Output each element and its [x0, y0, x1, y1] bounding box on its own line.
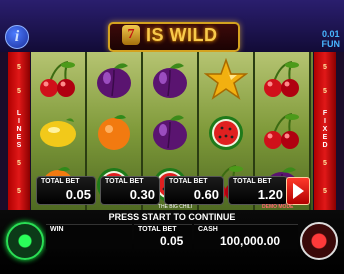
line-number: 5 [323, 160, 327, 167]
orange-icon [87, 106, 141, 158]
plum-icon [143, 106, 197, 158]
status-message: PRESS START TO CONTINUE [108, 212, 236, 222]
total-bet-value: 0.05 [160, 234, 184, 248]
info-icon: i [14, 28, 20, 45]
bet-option-label: TOTAL BET [41, 178, 80, 185]
bet-option-value: 0.60 [193, 187, 219, 202]
game-screen: i 7 IS WILD 0.01 FUN 5 5 LINES 5 5 5 5 F… [0, 0, 344, 274]
bet-option-value: 0.30 [129, 187, 155, 202]
settings-gear-icon[interactable] [6, 222, 44, 260]
denomination-button[interactable]: 0.01 FUN [322, 29, 341, 49]
cherry-icon [31, 54, 85, 106]
start-arrow-button[interactable] [286, 177, 310, 205]
bet-option-4[interactable]: TOTAL BET 1.20 [228, 176, 288, 205]
info-button[interactable]: i [5, 25, 29, 49]
game-title-banner: 7 IS WILD [108, 22, 240, 52]
line-number: 5 [323, 188, 327, 195]
cash-value: 100,000.00 [220, 234, 281, 248]
line-number: 5 [17, 160, 21, 167]
plum-icon [143, 54, 197, 106]
bet-option-1[interactable]: TOTAL BET 0.05 [36, 176, 96, 205]
bet-option-3[interactable]: TOTAL BET 0.60 [164, 176, 224, 205]
game-title: IS WILD [146, 25, 218, 45]
line-number: 5 [17, 64, 21, 71]
line-number: 5 [17, 188, 21, 195]
right-fixed-rail: 5 5 FIXED 5 5 [314, 52, 336, 210]
bet-option-2[interactable]: TOTAL BET 0.30 [100, 176, 160, 205]
win-label: WIN [50, 226, 64, 233]
bet-option-label: TOTAL BET [105, 178, 144, 185]
denomination-value: 0.01 [321, 29, 340, 39]
bottom-panel: PRESS START TO CONTINUE WIN TOTAL BET 0.… [0, 210, 344, 274]
line-number: 5 [323, 88, 327, 95]
bet-option-value: 0.05 [65, 187, 91, 202]
cash-label: CASH [198, 226, 218, 233]
lines-label: LINES [16, 110, 22, 149]
bet-option-label: TOTAL BET [233, 178, 272, 185]
bet-selector-strip: TOTAL BET 0.05 TOTAL BET 0.30 TOTAL BET … [36, 176, 312, 205]
bet-option-value: 1.20 [257, 187, 283, 202]
bet-option-label: TOTAL BET [169, 178, 208, 185]
autoplay-spin-icon[interactable] [300, 222, 338, 260]
header: i 7 IS WILD 0.01 FUN [0, 0, 344, 52]
denomination-currency: FUN [321, 39, 341, 49]
cherry-icon [255, 106, 309, 158]
seven-logo-icon: 7 [122, 25, 140, 45]
watermelon-icon [199, 106, 253, 158]
lemon-icon [31, 106, 85, 158]
line-number: 5 [17, 88, 21, 95]
total-bet-label: TOTAL BET [138, 226, 177, 233]
plum-icon [87, 54, 141, 106]
cherry-icon [255, 54, 309, 106]
left-lines-rail: 5 5 LINES 5 5 [8, 52, 30, 210]
fixed-label: FIXED [322, 110, 328, 149]
line-number: 5 [323, 64, 327, 71]
star-icon [199, 54, 253, 106]
